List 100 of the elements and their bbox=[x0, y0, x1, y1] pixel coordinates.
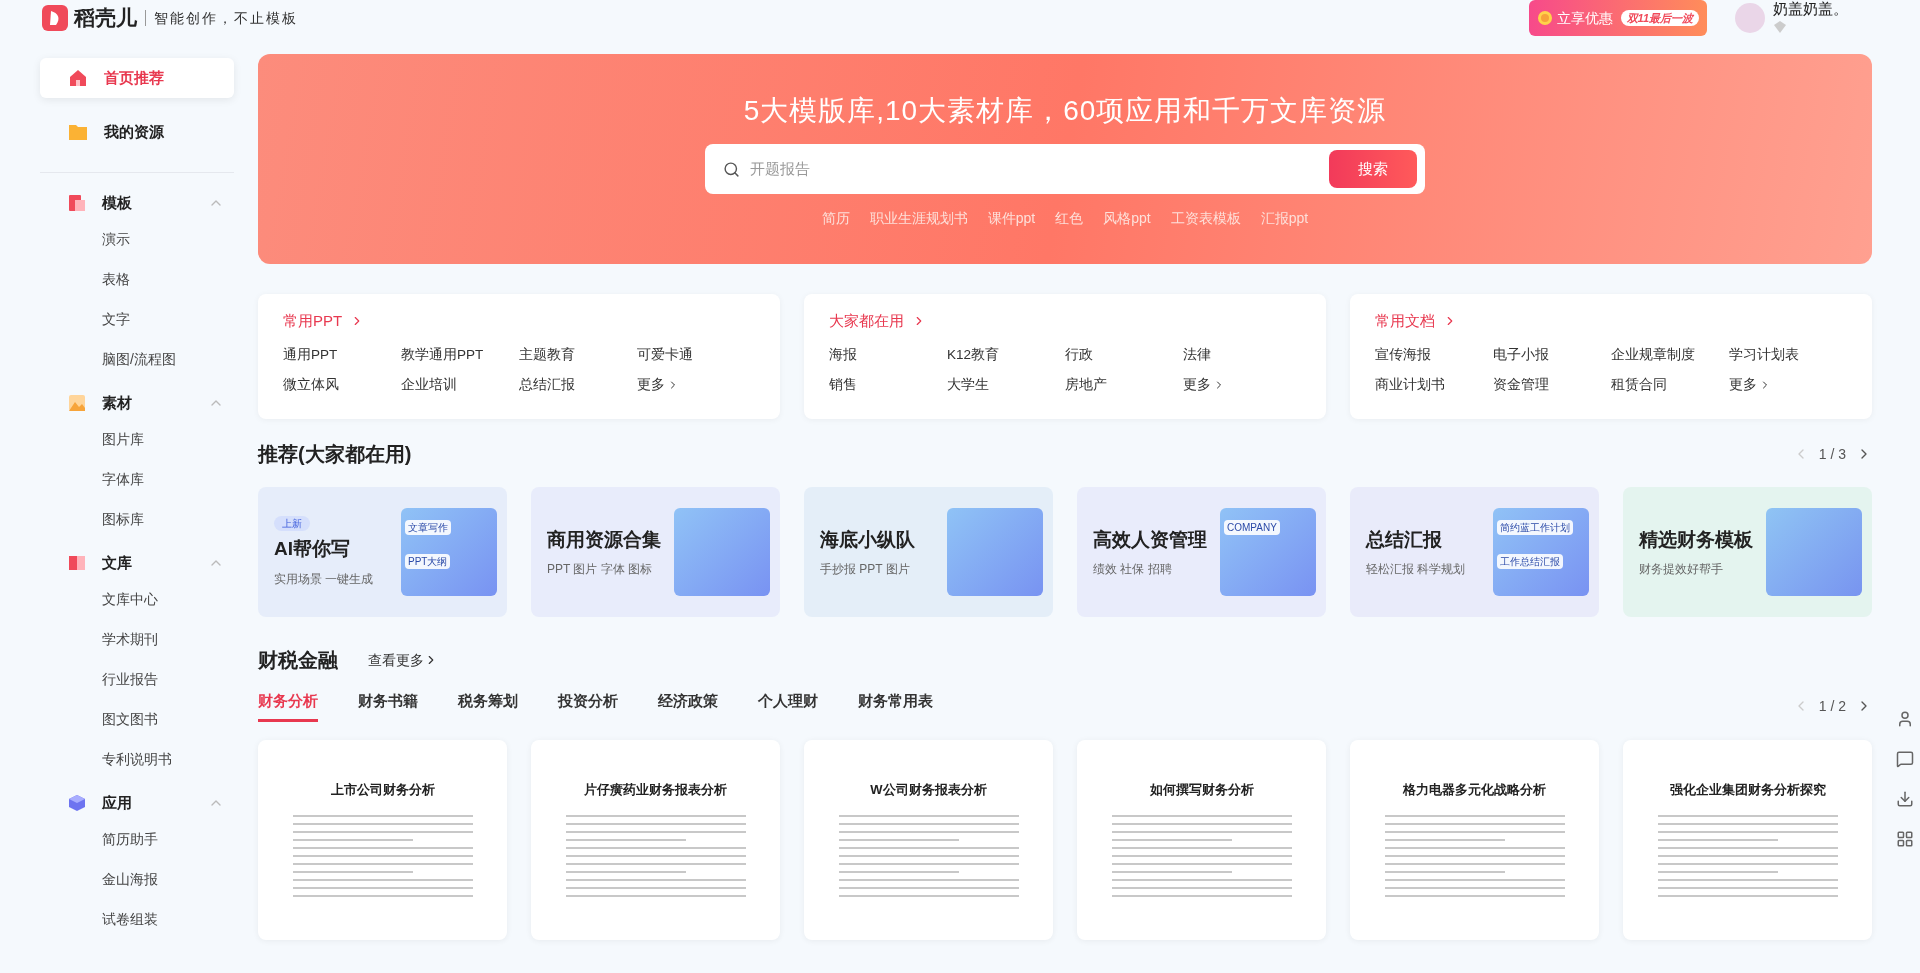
feedback-icon[interactable] bbox=[1896, 750, 1914, 768]
category-link[interactable]: 法律 bbox=[1183, 344, 1211, 365]
card-subtitle: 实用场景 一键生成 bbox=[274, 570, 374, 588]
card-subtitle: 手抄报 PPT 图片 bbox=[820, 561, 910, 579]
sidebar-section[interactable]: 文库 bbox=[40, 547, 234, 579]
category-link[interactable]: K12教育 bbox=[947, 344, 1000, 365]
document-thumbnail[interactable]: W公司财务报表分析 bbox=[804, 739, 1053, 940]
document-thumbnail[interactable]: 片仔癀药业财务报表分析 bbox=[531, 739, 780, 940]
sidebar-link[interactable]: 表格 bbox=[40, 259, 234, 299]
see-more-link[interactable]: 查看更多 bbox=[368, 649, 438, 671]
cube-icon bbox=[68, 794, 86, 812]
category-link[interactable]: 更多 bbox=[1183, 374, 1225, 395]
sidebar-link[interactable]: 学术期刊 bbox=[40, 619, 234, 659]
category-title-link[interactable]: 常用PPT bbox=[283, 310, 755, 333]
folder-icon bbox=[68, 123, 88, 141]
document-title: 如何撰写财务分析 bbox=[1149, 780, 1254, 799]
sidebar-link[interactable]: 行业报告 bbox=[40, 659, 234, 699]
sidebar-link[interactable]: 文库中心 bbox=[40, 579, 234, 619]
card-title: 总结汇报 bbox=[1366, 527, 1442, 552]
sidebar-section[interactable]: 应用 bbox=[40, 787, 234, 819]
slogan: 智能创作，不止模板 bbox=[154, 8, 298, 28]
category-link[interactable]: 行政 bbox=[1065, 344, 1093, 365]
promo-card[interactable]: 总结汇报 轻松汇报 科学规划 简约蓝工作计划 工作总结汇报 bbox=[1350, 487, 1599, 617]
category-link[interactable]: 总结汇报 bbox=[519, 374, 575, 395]
category-link[interactable]: 企业培训 bbox=[401, 374, 457, 395]
category-link[interactable]: 主题教育 bbox=[519, 344, 575, 365]
sidebar-link[interactable]: 专利说明书 bbox=[40, 739, 234, 779]
sidebar-section[interactable]: 模板 bbox=[40, 187, 234, 219]
category-tab[interactable]: 投资分析 bbox=[558, 691, 618, 722]
sidebar-item[interactable]: 我的资源 bbox=[40, 112, 234, 152]
category-link[interactable]: 销售 bbox=[829, 374, 857, 395]
category-title-link[interactable]: 大家都在用 bbox=[829, 310, 1301, 333]
card-title: 精选财务模板 bbox=[1639, 527, 1753, 552]
document-thumbnail[interactable]: 如何撰写财务分析 bbox=[1077, 739, 1326, 940]
category-link[interactable]: 租赁合同 bbox=[1611, 374, 1667, 395]
section-label: 文库 bbox=[102, 552, 133, 573]
category-tab[interactable]: 税务筹划 bbox=[458, 691, 518, 722]
sidebar-link[interactable]: 图文图书 bbox=[40, 699, 234, 739]
category-tab[interactable]: 财务常用表 bbox=[858, 691, 933, 722]
logo-icon bbox=[42, 5, 68, 31]
category-title-link[interactable]: 常用文档 bbox=[1375, 310, 1847, 333]
category-tab[interactable]: 财务书籍 bbox=[358, 691, 418, 722]
card-title: 商用资源合集 bbox=[547, 527, 661, 552]
category-link[interactable]: 教学通用PPT bbox=[401, 344, 484, 365]
category-link[interactable]: 电子小报 bbox=[1493, 344, 1549, 365]
illustration-text: 简约蓝工作计划 bbox=[1497, 520, 1573, 535]
category-link[interactable]: 资金管理 bbox=[1493, 374, 1549, 395]
category-link[interactable]: 大学生 bbox=[947, 374, 989, 395]
document-thumbnail[interactable]: 强化企业集团财务分析探究 bbox=[1623, 739, 1872, 940]
document-thumbnail[interactable]: 格力电器多元化战略分析 bbox=[1350, 739, 1599, 940]
sidebar-link[interactable]: 图片库 bbox=[40, 419, 234, 459]
section-heading: 推荐(大家都在用) bbox=[258, 442, 412, 467]
sidebar-link[interactable]: 图标库 bbox=[40, 499, 234, 539]
promo-card[interactable]: 商用资源合集 PPT 图片 字体 图标 bbox=[531, 487, 780, 617]
category-link[interactable]: 学习计划表 bbox=[1729, 344, 1799, 365]
sidebar-link[interactable]: 试卷组装 bbox=[40, 899, 234, 939]
card-title: AI帮你写 bbox=[274, 537, 350, 562]
category-link[interactable]: 更多 bbox=[1729, 374, 1771, 395]
category-link[interactable]: 海报 bbox=[829, 344, 857, 365]
username[interactable]: 奶盖奶盖。 bbox=[1773, 0, 1848, 18]
sidebar-label: 首页推荐 bbox=[104, 67, 164, 88]
section-label: 素材 bbox=[102, 392, 133, 413]
template-icon bbox=[68, 194, 86, 212]
card-subtitle: 绩效 社保 招聘 bbox=[1093, 561, 1172, 579]
category-link[interactable]: 微立体风 bbox=[283, 374, 339, 395]
category-link[interactable]: 商业计划书 bbox=[1375, 374, 1445, 395]
sidebar-link[interactable]: 演示 bbox=[40, 219, 234, 259]
sidebar-link[interactable]: 金山海报 bbox=[40, 859, 234, 899]
promo-card[interactable]: 海底小纵队 手抄报 PPT 图片 bbox=[804, 487, 1053, 617]
category-link[interactable]: 通用PPT bbox=[283, 344, 338, 365]
category-link[interactable]: 宣传海报 bbox=[1375, 344, 1431, 365]
logo-text[interactable]: 稻壳儿 bbox=[74, 2, 137, 34]
grid-icon[interactable] bbox=[1896, 830, 1914, 848]
category-link[interactable]: 房地产 bbox=[1065, 374, 1107, 395]
category-tab[interactable]: 个人理财 bbox=[758, 691, 818, 722]
category-tab[interactable]: 财务分析 bbox=[258, 691, 318, 722]
new-badge: 上新 bbox=[274, 516, 310, 532]
document-title: 格力电器多元化战略分析 bbox=[1403, 780, 1546, 799]
category-link[interactable]: 更多 bbox=[637, 374, 679, 395]
coin-icon bbox=[1536, 10, 1553, 26]
document-title: 片仔癀药业财务报表分析 bbox=[584, 780, 727, 799]
category-link[interactable]: 企业规章制度 bbox=[1611, 344, 1695, 365]
promo-card[interactable]: 上新 AI帮你写 实用场景 一键生成 文章写作 PPT大纲 bbox=[258, 487, 507, 617]
document-thumbnail[interactable]: 上市公司财务分析 bbox=[258, 739, 507, 940]
sidebar-item[interactable]: 首页推荐 bbox=[40, 58, 234, 98]
promo-button[interactable]: 立享优惠 双11最后一波 bbox=[1528, 0, 1707, 36]
image-icon bbox=[68, 394, 86, 412]
category-link[interactable]: 可爱卡通 bbox=[637, 344, 693, 365]
sidebar-link[interactable]: 脑图/流程图 bbox=[40, 339, 234, 379]
user-icon[interactable] bbox=[1896, 710, 1914, 728]
category-tab[interactable]: 经济政策 bbox=[658, 691, 718, 722]
promo-card[interactable]: 高效人资管理 绩效 社保 招聘 COMPANY bbox=[1077, 487, 1326, 617]
sidebar-link[interactable]: 简历助手 bbox=[40, 819, 234, 859]
sidebar-section[interactable]: 素材 bbox=[40, 387, 234, 419]
download-icon[interactable] bbox=[1896, 790, 1914, 808]
illustration-text: 文章写作 bbox=[405, 520, 451, 535]
sidebar-link[interactable]: 文字 bbox=[40, 299, 234, 339]
sidebar-link[interactable]: 字体库 bbox=[40, 459, 234, 499]
promo-card[interactable]: 精选财务模板 财务提效好帮手 bbox=[1623, 487, 1872, 617]
illustration-text: 工作总结汇报 bbox=[1497, 554, 1563, 569]
